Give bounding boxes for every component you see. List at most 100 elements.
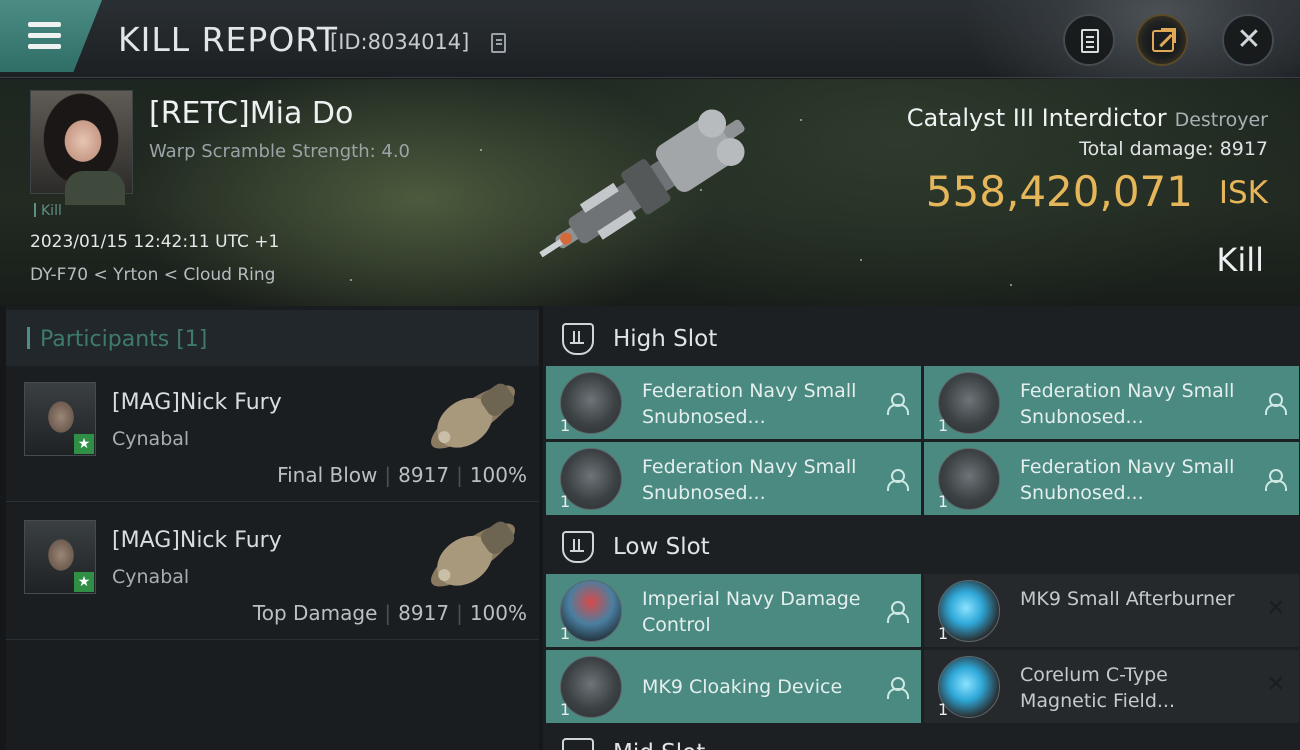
low-slot-icon [562, 531, 594, 563]
participants-panel: Participants [1] ★ [MAG]Nick Fury Cynaba… [6, 306, 539, 750]
isk-value: 558,420,071 [925, 167, 1193, 216]
total-damage: Total damage: 8917 [1079, 138, 1268, 160]
kill-id: [ID:8034014] [330, 30, 470, 54]
module-name: Federation Navy Small Snubnosed... [1020, 456, 1235, 504]
module-quantity: 1 [938, 492, 949, 511]
module-name: MK9 Small Afterburner [1020, 588, 1235, 610]
close-button[interactable]: ✕ [1222, 14, 1274, 66]
page-title: KILL REPORT [118, 20, 338, 59]
clipboard-icon [1081, 29, 1099, 53]
participant-role: Final Blow [277, 463, 378, 487]
module-item[interactable]: 1 Federation Navy Small Snubnosed... [924, 366, 1299, 440]
person-icon [887, 393, 909, 415]
module-item[interactable]: 1 Imperial Navy Damage Control [546, 574, 921, 648]
low-slot-label: Low Slot [613, 534, 710, 560]
top-bar: KILL REPORT [ID:8034014] ✕ [0, 0, 1300, 130]
high-slot-label: High Slot [613, 326, 718, 352]
menu-icon-bar [28, 44, 61, 49]
participant-name[interactable]: [MAG]Nick Fury [112, 528, 282, 553]
menu-icon [28, 22, 61, 27]
isk-unit: ISK [1218, 175, 1268, 211]
star-icon: ★ [74, 434, 94, 454]
share-button[interactable] [1136, 14, 1188, 66]
high-slot-header: High Slot [543, 310, 1300, 366]
clipboard-button[interactable] [1063, 14, 1115, 66]
destroyed-icon: ✕ [1266, 596, 1285, 621]
participant-ship: Cynabal [112, 566, 190, 588]
module-quantity: 1 [938, 416, 949, 435]
victim-ship-name[interactable]: Catalyst III Interdictor Destroyer [907, 104, 1268, 132]
module-name: Corelum C-Type Magnetic Field... [1020, 664, 1176, 712]
participant-percent: 100% [469, 601, 527, 625]
module-quantity: 1 [560, 700, 571, 719]
participant-damage: 8917 [398, 463, 450, 487]
copy-icon[interactable] [491, 33, 506, 53]
person-icon [1265, 469, 1287, 491]
victim-ship-image [539, 109, 745, 258]
divider: | [456, 601, 463, 625]
kill-tag: Kill [34, 203, 62, 219]
participant-avatar[interactable]: ★ [24, 382, 96, 456]
participants-header: Participants [1] [6, 310, 539, 366]
star [860, 259, 862, 261]
destroyed-icon: ✕ [1266, 672, 1285, 697]
menu-button[interactable] [0, 0, 102, 72]
menu-icon-bar [28, 33, 61, 38]
star [350, 279, 352, 281]
warp-scramble-strength: Warp Scramble Strength: 4.0 [149, 141, 411, 162]
person-icon [887, 601, 909, 623]
person-icon [887, 677, 909, 699]
module-name: Federation Navy Small Snubnosed... [642, 456, 857, 504]
mid-slot-icon [562, 738, 594, 750]
star [480, 149, 482, 151]
kill-summary: [RETC]Mia Do Warp Scramble Strength: 4.0… [0, 79, 1300, 306]
close-icon: ✕ [1236, 22, 1262, 57]
ship-class: Destroyer [1174, 109, 1268, 131]
divider: | [456, 463, 463, 487]
participant-name[interactable]: [MAG]Nick Fury [112, 390, 282, 415]
victim-avatar-body [65, 171, 125, 205]
divider: | [384, 601, 392, 625]
star-icon: ★ [74, 572, 94, 592]
participant-stats: Top Damage | 8917 | 100% [253, 601, 527, 625]
star [1010, 284, 1012, 286]
person-icon [1265, 393, 1287, 415]
module-item[interactable]: 1 MK9 Small Afterburner ✕ [924, 574, 1299, 648]
participant-ship: Cynabal [112, 428, 190, 450]
victim-avatar[interactable] [30, 90, 133, 205]
kill-location: DY-F70 < Yrton < Cloud Ring [30, 265, 276, 285]
participant-row[interactable]: ★ [MAG]Nick Fury Cynabal Top Damage | 8917… [6, 504, 539, 640]
module-name: MK9 Cloaking Device [642, 676, 843, 698]
module-name: Imperial Navy Damage Control [642, 588, 861, 636]
mid-slot-label: Mid Slot [613, 740, 705, 750]
participant-avatar[interactable]: ★ [24, 520, 96, 594]
module-item[interactable]: 1 Federation Navy Small Snubnosed... [924, 442, 1299, 516]
module-quantity: 1 [938, 700, 949, 719]
module-name: Federation Navy Small Snubnosed... [642, 380, 857, 428]
share-icon [1152, 28, 1176, 52]
participant-stats: Final Blow | 8917 | 100% [277, 463, 527, 487]
person-icon [887, 469, 909, 491]
high-slot-icon [562, 323, 594, 355]
ship-type: Catalyst III Interdictor [906, 104, 1167, 132]
module-name: Federation Navy Small Snubnosed... [1020, 380, 1235, 428]
kill-result: Kill [1216, 241, 1264, 279]
participant-role: Top Damage [252, 601, 378, 625]
star [800, 119, 802, 121]
low-slot-header: Low Slot [543, 518, 1300, 574]
module-item[interactable]: 1 Federation Navy Small Snubnosed... [546, 366, 921, 440]
module-item[interactable]: 1 Corelum C-Type Magnetic Field... ✕ [924, 650, 1299, 724]
divider: | [384, 463, 392, 487]
participant-damage: 8917 [398, 601, 450, 625]
module-quantity: 1 [938, 624, 949, 643]
victim-name[interactable]: [RETC]Mia Do [149, 96, 353, 131]
mid-slot-header: Mid Slot [543, 728, 1300, 750]
kill-timestamp: 2023/01/15 12:42:11 UTC +1 [30, 232, 280, 252]
participant-row[interactable]: ★ [MAG]Nick Fury Cynabal Final Blow | 8917… [6, 366, 539, 502]
module-quantity: 1 [560, 492, 571, 511]
participant-ship-image [431, 521, 515, 587]
module-item[interactable]: 1 Federation Navy Small Snubnosed... [546, 442, 921, 516]
module-quantity: 1 [560, 624, 571, 643]
fitting-panel: High Slot 1 Federation Navy Small Snubno… [543, 306, 1300, 750]
module-item[interactable]: 1 MK9 Cloaking Device [546, 650, 921, 724]
